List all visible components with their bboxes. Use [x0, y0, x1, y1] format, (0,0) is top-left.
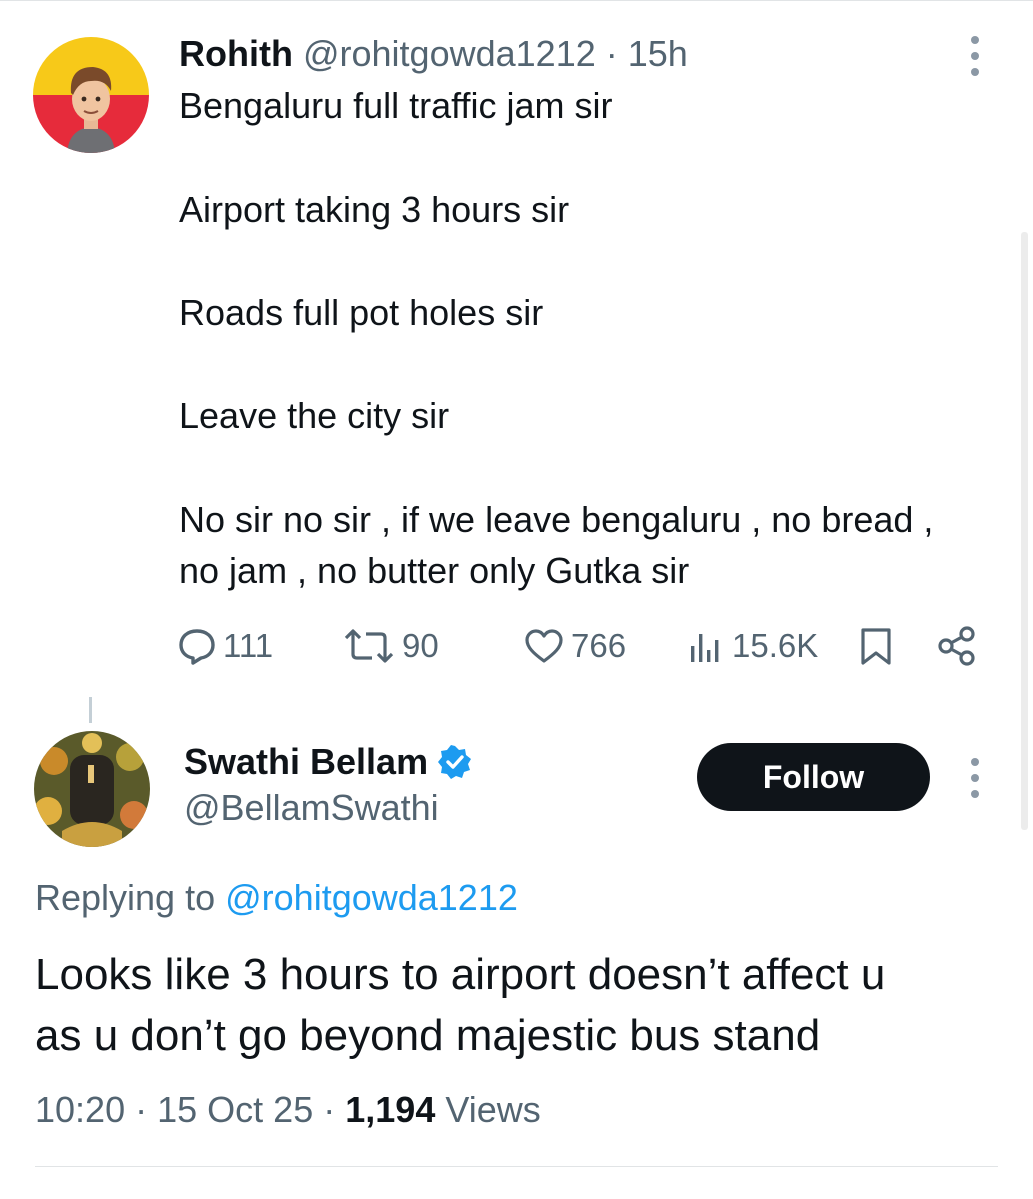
views-count: 1,194 [345, 1089, 436, 1130]
reply-text-line: as u don’t go beyond majestic bus stand [35, 1011, 821, 1060]
avatar-image [34, 731, 150, 847]
views-count: 15.6K [732, 627, 819, 664]
reply-icon [179, 629, 215, 665]
like-count: 766 [571, 627, 627, 664]
bottom-divider [35, 1166, 998, 1167]
timestamp[interactable]: 15h [628, 33, 688, 74]
reply-author-handle[interactable]: @BellamSwathi [184, 786, 439, 830]
more-icon[interactable] [968, 758, 982, 798]
views-label: Views [445, 1089, 541, 1130]
replying-handle-link[interactable]: @rohitgowda1212 [225, 877, 518, 918]
more-icon[interactable] [968, 36, 982, 76]
tweet-header: Rohith @rohitgowda1212 · 15h [179, 32, 688, 76]
bookmark-icon [861, 628, 891, 665]
tweet-text-line: Airport taking 3 hours sir [179, 189, 570, 230]
tweet-text-line: No sir no sir , if we leave bengaluru , … [179, 499, 934, 540]
reply-button[interactable]: 111 [177, 622, 273, 670]
avatar-image [33, 37, 149, 153]
reply-meta: 10:20 · 15 Oct 25 · 1,194 Views [35, 1086, 541, 1134]
separator: · [605, 33, 618, 74]
author-handle[interactable]: @rohitgowda1212 [303, 33, 596, 74]
tweet-text-line: Roads full pot holes sir [179, 292, 544, 333]
repost-icon [344, 629, 394, 663]
reply-author-row: Swathi Bellam [184, 740, 472, 784]
replying-prefix: Replying to [35, 877, 216, 918]
verified-badge-icon [438, 745, 472, 779]
share-icon [938, 626, 975, 666]
avatar[interactable] [34, 731, 150, 847]
separator: · [135, 1089, 148, 1130]
scrollbar[interactable] [1021, 232, 1028, 830]
like-icon [525, 629, 563, 663]
tweet-text-line: Leave the city sir [179, 395, 450, 436]
repost-button[interactable]: 90 [342, 622, 439, 670]
reply-text-line: Looks like 3 hours to airport doesn’t af… [35, 950, 886, 999]
tweet-text-line: Bengaluru full traffic jam sir [179, 85, 613, 126]
reply-time[interactable]: 10:20 [35, 1089, 125, 1130]
share-button[interactable] [936, 622, 978, 670]
replying-to: Replying to @rohitgowda1212 [35, 874, 518, 922]
repost-count: 90 [402, 627, 439, 664]
views-icon [691, 634, 719, 662]
reply-date[interactable]: 15 Oct 25 [157, 1089, 313, 1130]
bookmark-button[interactable] [858, 622, 894, 670]
reply-count: 111 [223, 627, 274, 664]
tweet-text-line: no jam , no butter only Gutka sir [179, 550, 690, 591]
views-button[interactable]: 15.6K [686, 622, 818, 670]
thread-connector [89, 697, 92, 723]
reply-author-name[interactable]: Swathi Bellam [184, 740, 428, 784]
like-button[interactable]: 766 [523, 622, 626, 670]
separator: · [323, 1089, 336, 1130]
follow-button[interactable]: Follow [697, 743, 930, 811]
top-divider [0, 0, 1033, 1]
avatar[interactable] [33, 37, 149, 153]
tweet-actions: 111 90 766 15.6K [0, 622, 1033, 670]
author-name[interactable]: Rohith [179, 33, 293, 74]
